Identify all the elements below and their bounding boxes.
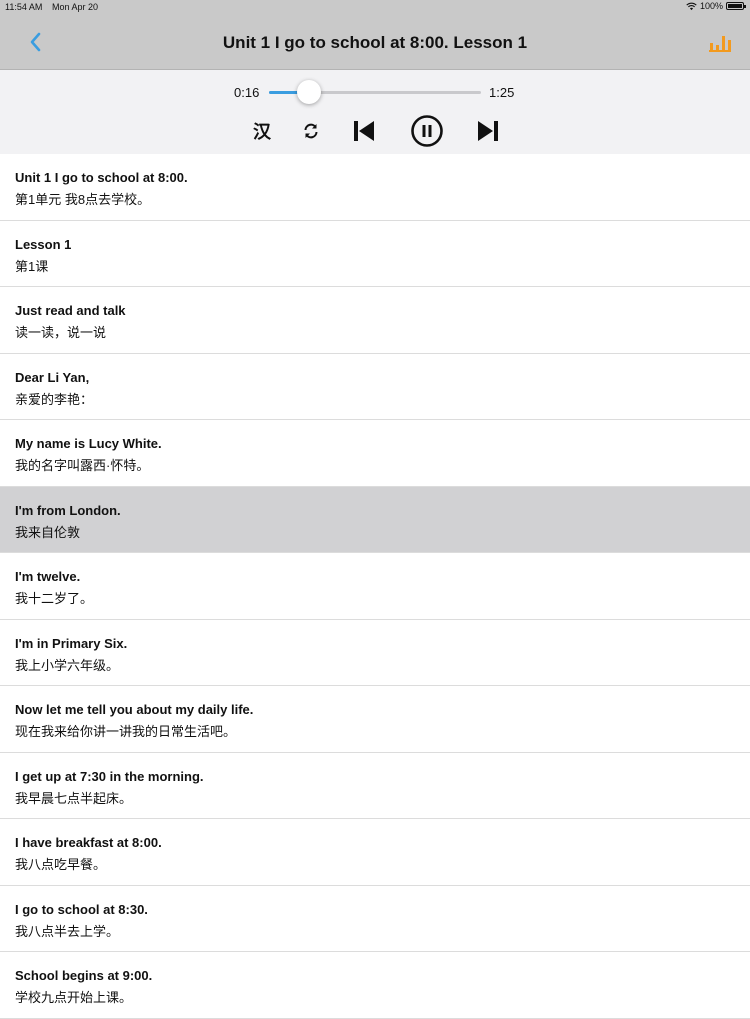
- sentence-english: I'm in Primary Six.: [15, 635, 128, 651]
- skip-next-icon: [478, 121, 498, 141]
- sentence-row[interactable]: I go to school at 8:30. 我八点半去上学。: [0, 885, 750, 952]
- sentence-chinese: 我八点吃早餐。: [15, 857, 107, 872]
- sentence-row[interactable]: Lesson 1 第1课: [0, 220, 750, 287]
- sentence-row[interactable]: I'm from London. 我来自伦敦: [0, 486, 750, 553]
- progress-slider[interactable]: [269, 80, 481, 104]
- status-bar: 11:54 AM Mon Apr 20 100%: [0, 0, 750, 14]
- status-right: 100%: [686, 1, 746, 11]
- next-button[interactable]: [474, 117, 502, 145]
- sentence-chinese: 读一读，说一说: [15, 325, 107, 340]
- sentence-chinese: 我十二岁了。: [15, 591, 94, 606]
- sentence-english: Dear Li Yan,: [15, 369, 90, 385]
- sentence-chinese: 我上小学六年级。: [15, 657, 120, 673]
- sentence-chinese: 我八点半去上学。: [15, 923, 120, 939]
- repeat-button[interactable]: [299, 117, 323, 145]
- repeat-icon: [304, 123, 318, 139]
- status-time: 11:54 AM: [5, 2, 43, 12]
- sentence-list: Unit 1 I go to school at 8:00. 第1单元 我8点去学…: [0, 154, 750, 1019]
- sentence-english: Just read and talk: [15, 303, 126, 318]
- sentence-row[interactable]: I'm twelve. 我十二岁了。: [0, 553, 750, 620]
- sentence-english: Now let me tell you about my daily life.: [15, 702, 254, 717]
- skip-previous-icon: [354, 121, 374, 141]
- sentence-english: Lesson 1: [15, 236, 72, 252]
- sentence-chinese: 第1课: [15, 258, 49, 274]
- pause-button[interactable]: [410, 114, 444, 148]
- sentence-english: Unit 1 I go to school at 8:00.: [15, 170, 188, 185]
- sentence-row[interactable]: I'm in Primary Six. 我上小学六年级。: [0, 619, 750, 686]
- audio-player: 0:16 1:25 汉: [0, 70, 750, 154]
- nav-bar: Unit 1 I go to school at 8:00. Lesson 1: [0, 14, 750, 70]
- sentence-row[interactable]: Dear Li Yan, 亲爱的李艳：: [0, 353, 750, 420]
- sentence-english: I'm from London.: [15, 502, 121, 518]
- sentence-chinese: 我的名字叫露西·怀特。: [15, 458, 150, 473]
- chinese-toggle-button[interactable]: 汉: [250, 117, 274, 145]
- sentence-chinese: 我来自伦敦: [15, 524, 81, 540]
- sentence-row[interactable]: Just read and talk 读一读，说一说: [0, 287, 750, 354]
- bar-chart-icon: [709, 36, 731, 52]
- sentence-chinese: 学校九点开始上课。: [15, 990, 133, 1005]
- sentence-chinese: 现在我来给你讲一讲我的日常生活吧。: [15, 724, 237, 739]
- sentence-english: My name is Lucy White.: [15, 436, 162, 451]
- sentence-english: I'm twelve.: [15, 569, 81, 584]
- total-time: 1:25: [489, 85, 515, 100]
- sentence-row[interactable]: My name is Lucy White. 我的名字叫露西·怀特。: [0, 420, 750, 487]
- sentence-english: School begins at 9:00.: [15, 968, 153, 983]
- page-title: Unit 1 I go to school at 8:00. Lesson 1: [222, 33, 528, 52]
- status-date: Mon Apr 20: [52, 2, 99, 12]
- sentence-row[interactable]: I get up at 7:30 in the morning. 我早晨七点半起床…: [0, 752, 750, 819]
- battery-percent: 100%: [699, 1, 723, 11]
- current-time: 0:16: [234, 85, 260, 100]
- sentence-row[interactable]: Unit 1 I go to school at 8:00. 第1单元 我8点去学…: [0, 154, 750, 221]
- sentence-row[interactable]: Now let me tell you about my daily life.…: [0, 686, 750, 753]
- stats-button[interactable]: [708, 31, 732, 55]
- wifi-icon: [686, 2, 697, 10]
- previous-button[interactable]: [350, 117, 378, 145]
- sentence-chinese: 我早晨七点半起床。: [15, 790, 133, 806]
- sentence-chinese: 第1单元 我8点去学校。: [15, 192, 151, 207]
- sentence-english: I have breakfast at 8:00.: [15, 835, 162, 850]
- sentence-row[interactable]: I have breakfast at 8:00. 我八点吃早餐。: [0, 819, 750, 886]
- pause-icon: [411, 115, 443, 147]
- sentence-english: I go to school at 8:30.: [15, 901, 148, 917]
- progress-thumb[interactable]: [297, 80, 322, 104]
- battery-icon: [726, 2, 746, 10]
- sentence-row[interactable]: School begins at 9:00. 学校九点开始上课。: [0, 952, 750, 1019]
- sentence-english: I get up at 7:30 in the morning.: [15, 768, 204, 784]
- sentence-chinese: 亲爱的李艳：: [15, 391, 94, 407]
